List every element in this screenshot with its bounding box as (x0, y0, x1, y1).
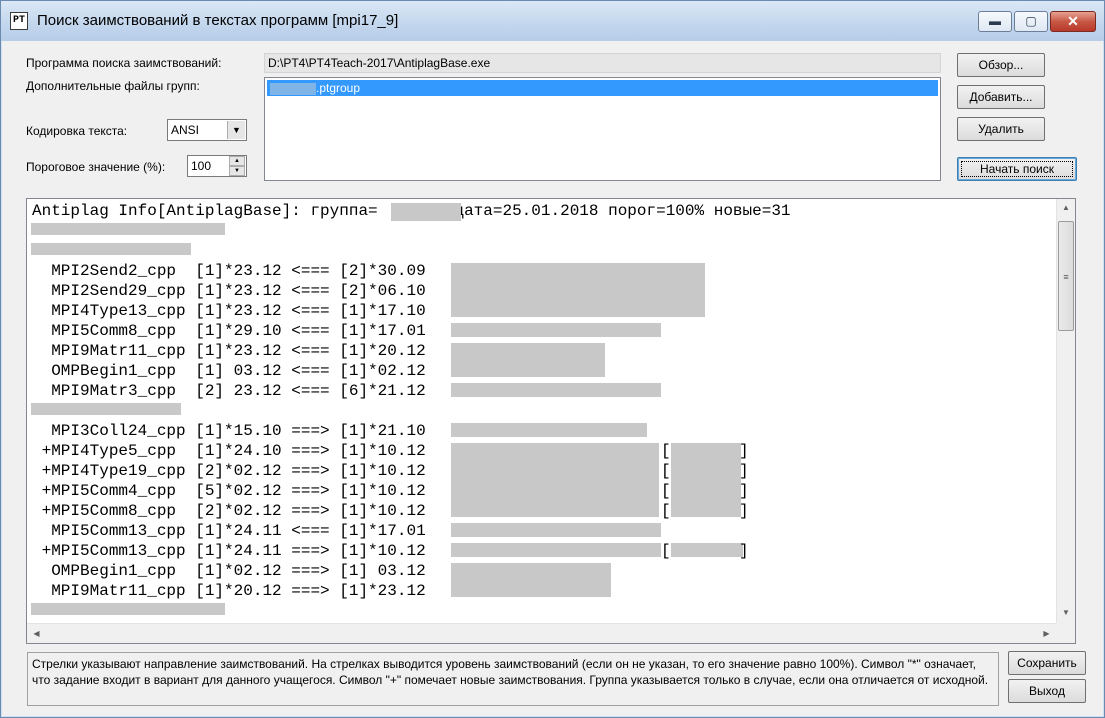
threshold-stepper[interactable]: 100 ▲ ▼ (187, 155, 247, 177)
redacted-block (31, 243, 191, 255)
browse-button[interactable]: Обзор... (957, 53, 1045, 77)
bracket-close: ] (739, 482, 749, 500)
extra-files-list[interactable]: .ptgroup (264, 77, 941, 181)
encoding-value: ANSI (171, 123, 200, 137)
output-line: OMPBegin1_cpp [1]*02.12 ===> [1] 03.12 (32, 562, 426, 580)
output-line: MPI4Type13_cpp [1]*23.12 <=== [1]*17.10 (32, 302, 426, 320)
redacted-block (451, 423, 647, 437)
scroll-right-icon[interactable]: ▶ (1038, 625, 1055, 643)
redacted-block (31, 403, 181, 415)
bracket-close: ] (739, 462, 749, 480)
redacted-block (451, 563, 611, 597)
scroll-down-icon[interactable]: ▼ (1057, 604, 1075, 621)
redacted-block (391, 203, 461, 221)
output-line: MPI9Matr11_cpp [1]*23.12 <=== [1]*20.12 (32, 342, 426, 360)
output-line: MPI3Coll24_cpp [1]*15.10 ===> [1]*21.10 (32, 422, 426, 440)
redacted-block (451, 343, 605, 377)
bracket-open: [ (661, 462, 671, 480)
threshold-value[interactable]: 100 (191, 159, 211, 173)
output-line: MPI9Matr11_cpp [1]*20.12 ===> [1]*23.12 (32, 582, 426, 600)
redacted-block (270, 82, 316, 95)
bracket-close: ] (739, 442, 749, 460)
list-item[interactable]: .ptgroup (267, 80, 938, 96)
scroll-corner (1056, 623, 1075, 643)
title-bar[interactable]: PT Поиск заимствований в текстах програм… (1, 1, 1104, 41)
output-line: MPI5Comm13_cpp [1]*24.11 <=== [1]*17.01 (32, 522, 426, 540)
program-path-field: D:\PT4\PT4Teach-2017\AntiplagBase.exe (264, 53, 941, 73)
exit-button[interactable]: Выход (1008, 679, 1086, 703)
redacted-block (451, 263, 705, 317)
minimize-button[interactable]: ▬ (978, 11, 1012, 32)
output-line: MPI5Comm8_cpp [1]*29.10 <=== [1]*17.01 (32, 322, 426, 340)
scroll-thumb[interactable]: ≡ (1058, 221, 1074, 331)
spin-up-icon[interactable]: ▲ (229, 156, 245, 166)
output-line: MPI2Send29_cpp [1]*23.12 <=== [2]*06.10 (32, 282, 426, 300)
main-window: PT Поиск заимствований в текстах програм… (0, 0, 1105, 718)
encoding-select[interactable]: ANSI ▼ (167, 119, 247, 141)
bracket-close: ] (739, 542, 749, 560)
output-line: +MPI5Comm13_cpp [1]*24.11 ===> [1]*10.12 (32, 542, 426, 560)
add-button[interactable]: Добавить... (957, 85, 1045, 109)
output-line: OMPBegin1_cpp [1] 03.12 <=== [1]*02.12 (32, 362, 426, 380)
extra-files-label: Дополнительные файлы групп: (26, 79, 200, 93)
bracket-open: [ (661, 502, 671, 520)
redacted-block (451, 383, 661, 397)
redacted-block (451, 443, 659, 517)
encoding-label: Кодировка текста: (26, 124, 128, 138)
redacted-block (31, 603, 225, 615)
chevron-down-icon[interactable]: ▼ (227, 121, 245, 139)
close-button[interactable]: ✕ (1050, 11, 1096, 32)
scroll-left-icon[interactable]: ◀ (28, 625, 45, 643)
program-label: Программа поиска заимствований: (26, 56, 222, 70)
redacted-block (31, 223, 225, 235)
horizontal-scrollbar[interactable]: ◀ ▶ (27, 623, 1057, 643)
bracket-close: ] (739, 502, 749, 520)
list-item-label: .ptgroup (316, 81, 361, 95)
output-line: MPI9Matr3_cpp [2] 23.12 <=== [6]*21.12 (32, 382, 426, 400)
delete-button[interactable]: Удалить (957, 117, 1045, 141)
bracket-open: [ (661, 442, 671, 460)
output-line: MPI2Send2_cpp [1]*23.12 <=== [2]*30.09 (32, 262, 426, 280)
threshold-label: Пороговое значение (%): (26, 160, 166, 174)
start-search-button[interactable]: Начать поиск (957, 157, 1077, 181)
output-line: +MPI5Comm4_cpp [5]*02.12 ===> [1]*10.12 (32, 482, 426, 500)
app-icon: PT (10, 12, 28, 30)
start-search-label: Начать поиск (980, 162, 1054, 176)
info-text: Стрелки указывают направление заимствова… (27, 652, 999, 706)
spin-down-icon[interactable]: ▼ (229, 166, 245, 176)
vertical-scrollbar[interactable]: ▲ ≡ ▼ (1056, 199, 1075, 623)
output-panel[interactable]: Antiplag Info[AntiplagBase]: группа= дат… (26, 198, 1076, 644)
bracket-open: [ (661, 542, 671, 560)
redacted-block (671, 543, 743, 557)
output-line: +MPI4Type19_cpp [2]*02.12 ===> [1]*10.12 (32, 462, 426, 480)
scroll-up-icon[interactable]: ▲ (1057, 199, 1075, 216)
window-title: Поиск заимствований в текстах программ [… (37, 12, 399, 29)
save-button[interactable]: Сохранить (1008, 651, 1086, 675)
output-text: Antiplag Info[AntiplagBase]: группа= дат… (27, 199, 1055, 623)
redacted-block (451, 543, 661, 557)
redacted-block (671, 443, 741, 517)
output-line: +MPI5Comm8_cpp [2]*02.12 ===> [1]*10.12 (32, 502, 426, 520)
maximize-button[interactable]: ▢ (1014, 11, 1048, 32)
redacted-block (451, 323, 661, 337)
redacted-block (451, 523, 661, 537)
output-line: +MPI4Type5_cpp [1]*24.10 ===> [1]*10.12 (32, 442, 426, 460)
bracket-open: [ (661, 482, 671, 500)
